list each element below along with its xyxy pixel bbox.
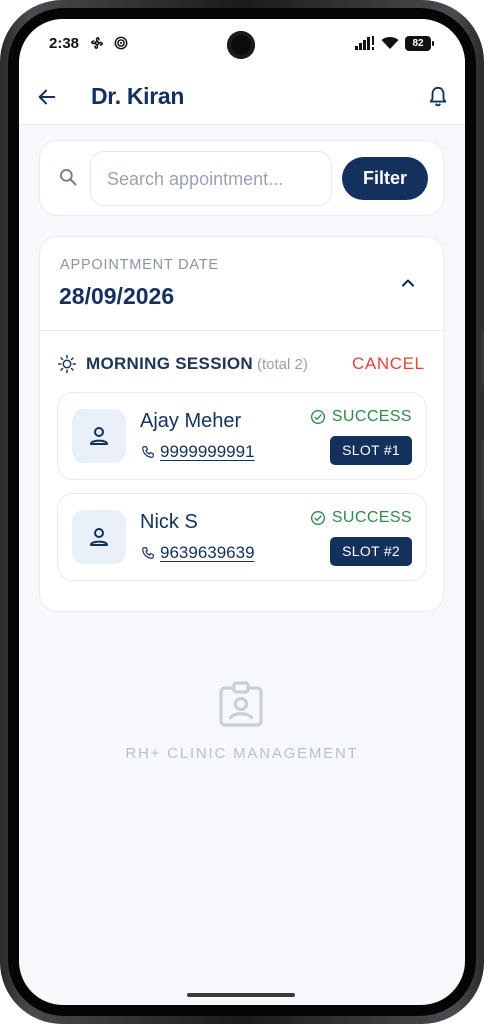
battery-icon: 82 (405, 36, 434, 51)
search-card: Search appointment... Filter (39, 140, 444, 216)
divider (40, 330, 443, 331)
signal-icon (355, 36, 374, 50)
patient-card[interactable]: Ajay Meher 9999999991 SUCCESS SLOT #1 (57, 392, 427, 480)
home-indicator[interactable] (187, 993, 295, 997)
slot-badge: SLOT #2 (330, 537, 412, 566)
app-bar: Dr. Kiran (19, 71, 465, 125)
status-text: SUCCESS (331, 509, 412, 526)
patient-card[interactable]: Nick S 9639639639 SUCCESS SLOT #2 (57, 493, 427, 581)
front-camera (227, 31, 255, 59)
wifi-icon (381, 37, 399, 49)
appointment-card: APPOINTMENT DATE 28/09/2026 MORNING SESS… (39, 236, 444, 612)
session-total: (total 2) (256, 356, 308, 373)
clinic-badge-icon (219, 681, 263, 727)
avatar (72, 409, 126, 463)
fan-icon (91, 37, 103, 49)
session-title-text: MORNING SESSION (86, 354, 253, 373)
status-badge: SUCCESS (310, 509, 412, 527)
appointment-date-value[interactable]: 28/09/2026 (59, 283, 174, 310)
back-arrow-icon[interactable] (36, 86, 58, 108)
slot-badge: SLOT #1 (330, 436, 412, 465)
target-icon (114, 36, 128, 50)
footer-brand-text: RH+ CLINIC MANAGEMENT (125, 745, 359, 762)
cancel-button[interactable]: CANCEL (352, 354, 425, 374)
patient-name: Nick S (140, 511, 198, 533)
status-time: 2:38 (49, 35, 80, 52)
screen: 2:38 82 Dr. Kiran Search appointment... … (19, 19, 465, 1005)
patient-name: Ajay Meher (140, 410, 242, 432)
avatar (72, 510, 126, 564)
phone-frame: 2:38 82 Dr. Kiran Search appointment... … (0, 0, 484, 1024)
chevron-up-icon[interactable] (398, 273, 418, 293)
user-icon (90, 528, 108, 546)
check-circle-icon (310, 410, 325, 424)
patient-phone-link[interactable]: 9639639639 (160, 543, 255, 563)
status-text: SUCCESS (331, 408, 412, 425)
sun-icon (57, 354, 77, 374)
user-icon (90, 427, 108, 445)
phone-icon (142, 547, 154, 559)
phone-icon (142, 446, 154, 458)
search-icon (59, 169, 77, 186)
filter-button[interactable]: Filter (342, 157, 428, 200)
bell-icon[interactable] (427, 85, 449, 109)
search-input[interactable]: Search appointment... (90, 151, 332, 206)
session-title: MORNING SESSION (total 2) (86, 354, 308, 374)
check-circle-icon (310, 511, 325, 525)
appointment-date-label: APPOINTMENT DATE (60, 257, 219, 273)
status-badge: SUCCESS (310, 408, 412, 426)
page-title: Dr. Kiran (91, 83, 185, 109)
patient-phone-link[interactable]: 9999999991 (160, 442, 255, 462)
status-bar: 2:38 82 (19, 19, 465, 71)
